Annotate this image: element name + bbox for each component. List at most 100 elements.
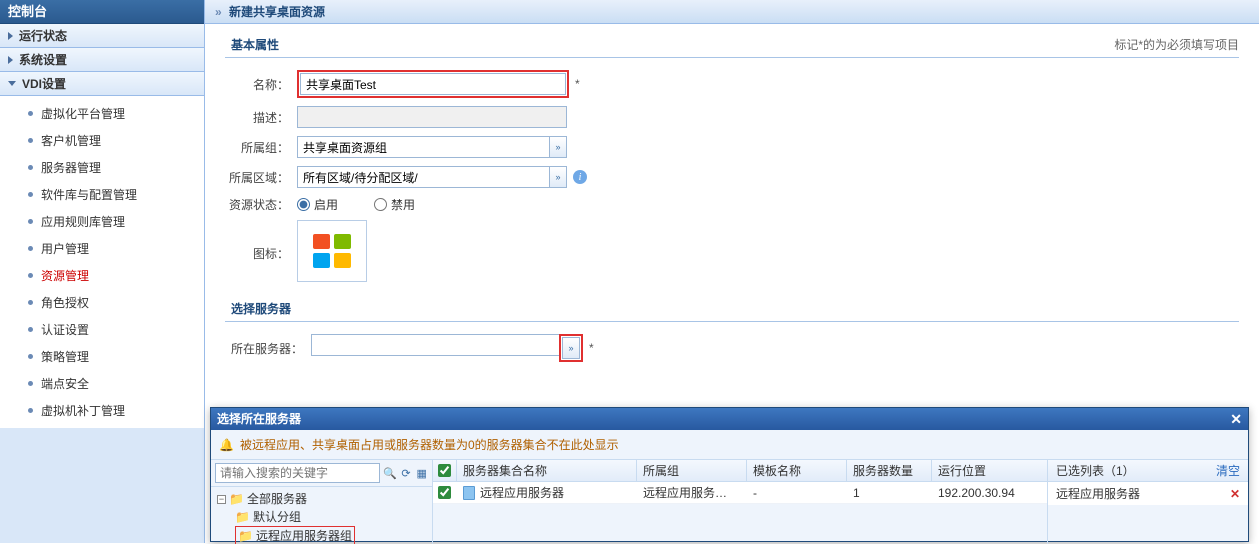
desc-input[interactable] [297,106,567,128]
nav-items: 虚拟化平台管理客户机管理服务器管理软件库与配置管理应用规则库管理用户管理资源管理… [0,96,204,428]
col-header[interactable]: 所属组 [637,460,747,481]
sidebar: 控制台 运行状态 系统设置 VDI设置 虚拟化平台管理客户机管理服务器管理软件库… [0,0,205,543]
server-tree[interactable]: − 📁 全部服务器 📁 默认分组 📁 远程应用服务器组 [211,487,432,544]
tree-label: 默认分组 [253,508,301,526]
name-input[interactable] [300,73,566,95]
tree-node-root[interactable]: − 📁 全部服务器 [217,490,426,508]
breadcrumb: » 新建共享桌面资源 [205,0,1259,24]
chevron-right-icon [8,32,13,40]
server-label: 所在服务器： [225,340,303,357]
sidebar-item[interactable]: 认证设置 [0,316,204,343]
bullet-icon [28,138,33,143]
nav-item-label: 软件库与配置管理 [41,186,137,203]
col-header[interactable]: 运行位置 [932,460,1047,481]
dialog-title: 选择所在服务器 [217,408,301,430]
expand-all-icon[interactable]: ▦ [415,465,428,481]
status-label: 资源状态： [225,196,289,213]
tree-panel: 🔍 ⟳ ▦ − 📁 全部服务器 📁 默认分组 📁 远程应用服务器组 [211,460,433,544]
windows-logo-icon [313,234,351,268]
server-icon [463,486,475,500]
sidebar-item[interactable]: 服务器管理 [0,154,204,181]
clear-button[interactable]: 清空 [1216,462,1240,479]
col-header[interactable]: 模板名称 [747,460,847,481]
search-icon[interactable]: 🔍 [383,465,397,481]
name-label: 名称： [225,76,289,93]
group-input[interactable] [297,136,549,158]
nav-section-vdi[interactable]: VDI设置 [0,72,204,96]
bullet-icon [28,165,33,170]
sidebar-item[interactable]: 虚拟化平台管理 [0,100,204,127]
nav-item-label: 资源管理 [41,267,89,284]
server-picker-dialog: 选择所在服务器 ✕ 🔔 被远程应用、共享桌面占用或服务器数量为0的服务器集合不在… [210,407,1249,542]
nav-section-runtime[interactable]: 运行状态 [0,24,204,48]
cell: 远程应用服务器 [480,484,564,501]
refresh-icon[interactable]: ⟳ [400,465,413,481]
required-mark: * [589,341,594,355]
sidebar-item[interactable]: 策略管理 [0,343,204,370]
cell: - [747,482,847,503]
dialog-titlebar[interactable]: 选择所在服务器 ✕ [211,408,1248,430]
icon-label: 图标： [225,245,289,262]
bullet-icon [28,327,33,332]
cell: 192.200.30.94 [932,482,1047,503]
console-title: 控制台 [0,0,204,24]
bullet-icon [28,219,33,224]
combo-trigger-icon[interactable]: » [549,166,567,188]
breadcrumb-arrow-icon: » [215,5,222,19]
close-icon[interactable]: ✕ [1230,408,1242,430]
region-combo[interactable]: » [297,166,567,188]
region-label: 所属区域： [225,169,289,186]
combo-trigger-icon[interactable]: » [562,337,580,359]
nav-item-label: 客户机管理 [41,132,101,149]
sidebar-item[interactable]: 资源管理 [0,262,204,289]
nav-section-label: 运行状态 [19,24,67,48]
sidebar-item[interactable]: 虚拟机补丁管理 [0,397,204,424]
tree-node-default[interactable]: 📁 默认分组 [217,508,426,526]
content: 基本属性 标记*的为必须填写项目 名称： * 描述： 所属组： » 所属区域： [205,24,1259,382]
group-combo[interactable]: » [297,136,567,158]
server-combo[interactable]: » [311,334,583,362]
combo-trigger-icon[interactable]: » [549,136,567,158]
row-checkbox[interactable] [438,486,451,499]
sidebar-item[interactable]: 角色授权 [0,289,204,316]
status-disable-radio[interactable]: 禁用 [374,196,415,213]
sidebar-item[interactable]: 应用规则库管理 [0,208,204,235]
bullet-icon [28,273,33,278]
bullet-icon [28,192,33,197]
sidebar-item[interactable]: 端点安全 [0,370,204,397]
select-all-checkbox[interactable] [438,464,451,477]
collapse-icon[interactable]: − [217,495,226,504]
highlight-box [297,70,569,98]
bullet-icon [28,300,33,305]
sidebar-item[interactable]: 用户管理 [0,235,204,262]
required-note: 标记*的为必须填写项目 [1114,36,1239,53]
nav-item-label: 应用规则库管理 [41,213,125,230]
chevron-down-icon [8,81,16,86]
tree-node-remote-app[interactable]: 📁 远程应用服务器组 [235,526,355,544]
col-header[interactable]: 服务器数量 [847,460,932,481]
search-input[interactable] [215,463,380,483]
region-input[interactable] [297,166,549,188]
nav-item-label: 虚拟化平台管理 [41,105,125,122]
warning-text: 被远程应用、共享桌面占用或服务器数量为0的服务器集合不在此处显示 [240,436,619,453]
table-row[interactable]: 远程应用服务器 远程应用服务… - 1 192.200.30.94 [433,482,1047,504]
remove-icon[interactable]: ✕ [1230,487,1240,501]
nav-item-label: 角色授权 [41,294,89,311]
nav-item-label: 用户管理 [41,240,89,257]
nav-section-label: 系统设置 [19,48,67,72]
group-label: 所属组： [225,139,289,156]
sidebar-item[interactable]: 软件库与配置管理 [0,181,204,208]
sidebar-item[interactable]: 客户机管理 [0,127,204,154]
selected-panel: 已选列表（1） 清空 远程应用服务器 ✕ [1048,460,1248,544]
col-header[interactable]: 服务器集合名称 [457,460,637,481]
server-grid: 服务器集合名称 所属组 模板名称 服务器数量 运行位置 远程应用服务器 远程应用… [433,460,1048,544]
selected-title: 已选列表（1） [1056,462,1135,479]
icon-picker[interactable] [297,220,367,282]
section-basic-title: 基本属性 标记*的为必须填写项目 [225,36,1239,58]
server-input[interactable] [311,334,559,356]
nav-section-system[interactable]: 系统设置 [0,48,204,72]
list-item[interactable]: 远程应用服务器 ✕ [1048,482,1248,505]
status-enable-radio[interactable]: 启用 [297,196,338,213]
tree-label: 远程应用服务器组 [256,527,352,544]
info-icon[interactable]: i [573,170,587,184]
